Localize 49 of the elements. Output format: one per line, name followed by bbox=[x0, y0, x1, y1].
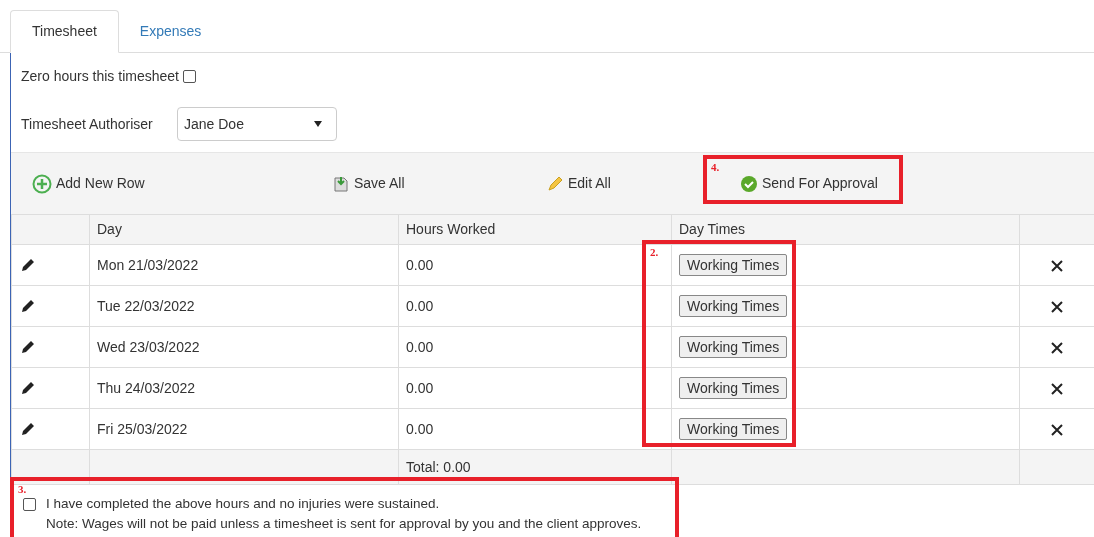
pencil-icon bbox=[546, 174, 564, 193]
checkbox[interactable] bbox=[182, 69, 196, 83]
send-button[interactable]: Send For Approval bbox=[740, 173, 878, 194]
pencil-icon[interactable] bbox=[21, 258, 35, 272]
day-cell: Fri 25/03/2022 bbox=[89, 408, 399, 450]
close-icon[interactable] bbox=[1051, 423, 1063, 436]
total-cell: Total: 0.00 bbox=[398, 449, 672, 485]
day-cell: Tue 22/03/2022 bbox=[89, 285, 399, 327]
day-cell: Mon 21/03/2022 bbox=[89, 244, 399, 286]
column-header: Day bbox=[89, 214, 399, 245]
close-icon[interactable] bbox=[1051, 382, 1063, 395]
check-circle-icon bbox=[740, 174, 758, 193]
column-header: Day Times bbox=[671, 214, 1020, 245]
annotation-number: 4. bbox=[711, 160, 720, 175]
authoriser-select[interactable]: Jane Doe bbox=[177, 107, 337, 141]
pencil-icon[interactable] bbox=[21, 381, 35, 395]
pencil-icon[interactable] bbox=[21, 340, 35, 354]
save-button[interactable]: Save All bbox=[332, 173, 405, 194]
tab[interactable]: Timesheet bbox=[10, 10, 119, 53]
plus-circle-icon bbox=[32, 173, 52, 194]
pencil-icon[interactable] bbox=[21, 422, 35, 436]
close-icon[interactable] bbox=[1051, 300, 1063, 313]
declaration-label: I have completed the above hours and no injuries were sustained. bbox=[46, 495, 440, 513]
hours-cell: 0.00 bbox=[398, 408, 672, 450]
edit-button[interactable]: Edit All bbox=[546, 173, 611, 194]
working-times-button[interactable]: Working Times bbox=[679, 295, 788, 317]
tab[interactable]: Expenses bbox=[118, 10, 223, 53]
annotation-number: 3. bbox=[18, 482, 27, 497]
save-icon bbox=[332, 174, 350, 193]
close-icon[interactable] bbox=[1051, 259, 1063, 272]
working-times-button[interactable]: Working Times bbox=[679, 336, 788, 358]
hours-cell: 0.00 bbox=[398, 326, 672, 368]
working-times-button[interactable]: Working Times bbox=[679, 254, 788, 276]
close-icon[interactable] bbox=[1051, 341, 1063, 354]
authoriser-label: Timesheet Authoriser bbox=[21, 114, 154, 134]
hours-cell: 0.00 bbox=[398, 367, 672, 409]
zero-hours-label: Zero hours this timesheet bbox=[21, 66, 179, 86]
day-cell: Thu 24/03/2022 bbox=[89, 367, 399, 409]
checkbox[interactable] bbox=[23, 497, 36, 511]
working-times-button[interactable]: Working Times bbox=[679, 418, 788, 440]
hours-cell: 0.00 bbox=[398, 285, 672, 327]
day-cell: Wed 23/03/2022 bbox=[89, 326, 399, 368]
pencil-icon[interactable] bbox=[21, 299, 35, 313]
annotation-number: 2. bbox=[650, 245, 659, 260]
working-times-button[interactable]: Working Times bbox=[679, 377, 788, 399]
caret-icon bbox=[314, 121, 322, 127]
column-header: Hours Worked bbox=[398, 214, 672, 245]
add-button[interactable]: Add New Row bbox=[32, 173, 145, 194]
note-text: Note: Wages will not be paid unless a timesheet is sent for approval by you and the client approves. bbox=[45, 515, 643, 533]
